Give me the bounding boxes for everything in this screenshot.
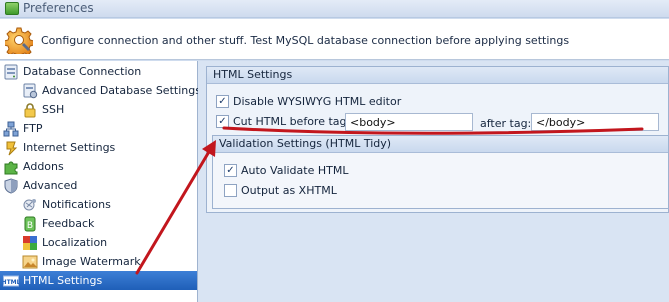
header-banner: Configure connection and other stuff. Te… — [0, 19, 669, 60]
sidebar-tree: Database Connection Advanced Database Se… — [0, 61, 201, 302]
sidebar-item-feedback[interactable]: B Feedback — [22, 214, 94, 233]
auto-validate-checkbox[interactable]: ✓ — [224, 164, 237, 177]
cut-html-checkbox[interactable]: ✓ — [216, 115, 229, 128]
title-bar: Preferences — [0, 0, 669, 18]
sidebar-item-image-watermark[interactable]: Image Watermark — [22, 252, 141, 271]
auto-validate-label: Auto Validate HTML — [241, 164, 349, 177]
validation-settings-panel: Validation Settings (HTML Tidy) ✓ Auto V… — [212, 135, 669, 209]
disable-wysiwyg-checkbox[interactable]: ✓ — [216, 95, 229, 108]
svg-text:B: B — [27, 221, 33, 231]
sidebar-item-label: Internet Settings — [23, 141, 116, 154]
sidebar-item-label: Feedback — [42, 217, 95, 230]
network-icon — [3, 121, 19, 137]
after-tag-input[interactable] — [531, 113, 659, 131]
svg-text:HTML: HTML — [3, 279, 19, 286]
feedback-icon: B — [22, 216, 38, 232]
html-settings-header: HTML Settings — [207, 67, 668, 84]
cut-html-before-tag-input[interactable] — [345, 113, 473, 131]
sidebar-item-label: SSH — [42, 103, 65, 116]
after-tag-label: after tag: — [480, 117, 532, 130]
gear-icon — [5, 26, 33, 54]
disable-wysiwyg-option[interactable]: ✓ Disable WYSIWYG HTML editor — [216, 95, 401, 108]
bell-icon — [22, 197, 38, 213]
sidebar-item-localization[interactable]: Localization — [22, 233, 107, 252]
image-icon — [22, 254, 38, 270]
disable-wysiwyg-label: Disable WYSIWYG HTML editor — [233, 95, 402, 108]
auto-validate-option[interactable]: ✓ Auto Validate HTML — [224, 164, 348, 177]
sidebar-item-label: FTP — [23, 122, 43, 135]
sidebar-item-advanced[interactable]: Advanced — [3, 176, 77, 195]
database-icon — [3, 64, 19, 80]
sidebar-item-advanced-database-settings[interactable]: Advanced Database Settings — [22, 81, 201, 100]
header-description: Configure connection and other stuff. Te… — [41, 34, 570, 47]
globe-icon — [3, 140, 19, 156]
sidebar-item-label: Advanced — [23, 179, 78, 192]
validation-settings-header: Validation Settings (HTML Tidy) — [213, 136, 668, 153]
flag-icon — [22, 235, 38, 251]
sidebar-item-label: Localization — [42, 236, 108, 249]
sidebar-item-database-connection[interactable]: Database Connection — [3, 62, 141, 81]
cut-html-label: Cut HTML before tag: — [233, 115, 351, 128]
sidebar-item-label: Notifications — [42, 198, 111, 211]
sidebar-item-ssh[interactable]: SSH — [22, 100, 64, 119]
sidebar-item-label: Image Watermark — [42, 255, 141, 268]
sidebar-item-addons[interactable]: Addons — [3, 157, 64, 176]
puzzle-icon — [3, 159, 19, 175]
sidebar-item-label: HTML Settings — [23, 274, 103, 287]
content-area: HTML Settings ✓ Disable WYSIWYG HTML edi… — [198, 61, 669, 302]
html-icon: HTML — [3, 273, 19, 289]
sidebar-item-notifications[interactable]: Notifications — [22, 195, 111, 214]
app-icon — [5, 2, 19, 15]
sidebar-item-label: Database Connection — [23, 65, 142, 78]
sidebar-item-label: Advanced Database Settings — [42, 84, 201, 97]
lock-icon — [22, 102, 38, 118]
shield-icon — [3, 177, 19, 194]
database-settings-icon — [22, 83, 38, 99]
window-title: Preferences — [23, 1, 94, 15]
output-xhtml-label: Output as XHTML — [241, 184, 337, 197]
sidebar-item-ftp[interactable]: FTP — [3, 119, 43, 138]
sidebar-item-html-settings[interactable]: HTML HTML Settings — [0, 271, 197, 290]
sidebar-item-internet-settings[interactable]: Internet Settings — [3, 138, 115, 157]
output-xhtml-checkbox[interactable] — [224, 184, 237, 197]
cut-html-option[interactable]: ✓ Cut HTML before tag: — [216, 115, 350, 128]
sidebar-item-label: Addons — [23, 160, 64, 173]
output-xhtml-option[interactable]: Output as XHTML — [224, 184, 337, 197]
